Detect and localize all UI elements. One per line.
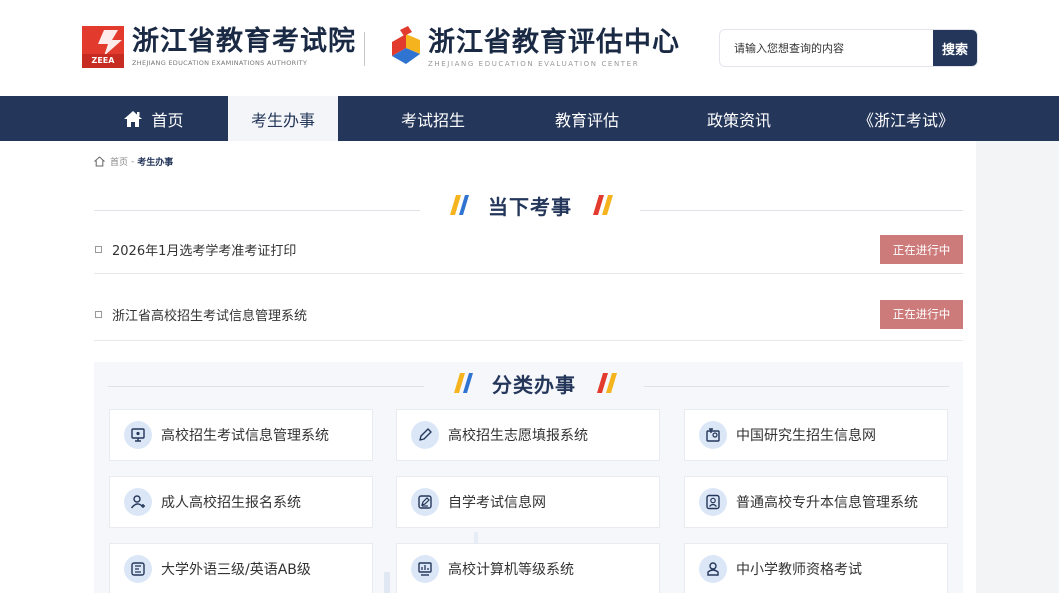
- zeec-title: 浙江省教育评估中心: [428, 26, 680, 58]
- zeea-logo[interactable]: ZEEA 浙江省教育考试院 ZHEJIANG EDUCATION EXAMINA…: [82, 26, 356, 68]
- id-card-icon: [699, 488, 727, 516]
- page-margin-right: [976, 141, 1059, 593]
- zeec-logo[interactable]: 浙江省教育评估中心 ZHEJIANG EDUCATION EVALUATION …: [388, 26, 680, 70]
- breadcrumb-separator: -: [131, 156, 135, 167]
- english-icon: [124, 555, 152, 583]
- category-card[interactable]: 普通高校专升本信息管理系统: [684, 476, 948, 528]
- computer-icon: [411, 555, 439, 583]
- slash-decoration-icon: [450, 195, 469, 215]
- nav-item-label: 教育评估: [554, 110, 619, 130]
- search-box: 搜索: [719, 29, 978, 67]
- breadcrumb-home-icon[interactable]: [94, 156, 105, 167]
- home-icon: [124, 110, 143, 127]
- edit-icon: [411, 488, 439, 516]
- nav-item-home[interactable]: 首页: [79, 96, 228, 141]
- breadcrumb: 首页 - 考生办事: [94, 155, 173, 168]
- current-exams-heading: 当下考事: [420, 188, 640, 222]
- search-input[interactable]: [720, 30, 934, 66]
- category-label: 中小学教师资格考试: [736, 562, 862, 578]
- bullet-icon: [95, 310, 102, 318]
- category-card[interactable]: 自学考试信息网: [396, 476, 660, 528]
- category-label: 高校招生考试信息管理系统: [161, 428, 329, 444]
- zeec-subtitle: ZHEJIANG EDUCATION EVALUATION CENTER: [428, 59, 640, 68]
- category-label: 普通高校专升本信息管理系统: [736, 495, 918, 511]
- nav-item-evaluation[interactable]: 教育评估: [522, 96, 652, 141]
- breadcrumb-home[interactable]: 首页: [110, 155, 128, 168]
- categories-heading: 分类办事: [424, 366, 644, 400]
- status-badge[interactable]: 正在进行中: [880, 299, 963, 329]
- slash-decoration-icon: [593, 195, 613, 215]
- nav-item-candidate-services[interactable]: 考生办事: [228, 96, 338, 141]
- nav-item-policy[interactable]: 政策资讯: [674, 96, 804, 141]
- category-label: 成人高校招生报名系统: [161, 495, 301, 511]
- slash-decoration-icon: [597, 373, 617, 393]
- status-badge[interactable]: 正在进行中: [880, 235, 963, 264]
- category-label: 高校计算机等级系统: [448, 562, 574, 578]
- nav-item-admissions[interactable]: 考试招生: [368, 96, 498, 141]
- category-label: 自学考试信息网: [448, 495, 546, 511]
- page-margin-left: [0, 141, 79, 593]
- category-label: 中国研究生招生信息网: [736, 428, 876, 444]
- main-nav: 首页 考生办事 考试招生 教育评估 政策资讯 《浙江考试》: [0, 96, 1059, 141]
- nav-item-label: 考生办事: [250, 110, 315, 130]
- zeea-logo-mark: ZEEA: [82, 26, 124, 68]
- monitor-icon: [124, 421, 152, 449]
- zeea-subtitle: ZHEJIANG EDUCATION EXAMINATIONS AUTHORIT…: [132, 58, 308, 67]
- exam-title[interactable]: 2026年1月选考学考准考证打印: [112, 240, 880, 259]
- category-card[interactable]: 高校招生志愿填报系统: [396, 409, 660, 461]
- nav-item-label: 考试招生: [400, 110, 465, 130]
- category-card[interactable]: 中国研究生招生信息网: [684, 409, 948, 461]
- category-card[interactable]: 大学外语三级/英语AB级: [109, 543, 373, 593]
- nav-item-zhejiang-exam[interactable]: 《浙江考试》: [836, 96, 976, 141]
- zeea-mark-text: ZEEA: [92, 56, 116, 65]
- category-card[interactable]: 高校计算机等级系统: [396, 543, 660, 593]
- search-button[interactable]: 搜索: [933, 30, 977, 66]
- category-card[interactable]: 高校招生考试信息管理系统: [109, 409, 373, 461]
- nav-item-label: 政策资讯: [706, 110, 771, 130]
- exam-row[interactable]: 2026年1月选考学考准考证打印 正在进行中: [94, 226, 963, 274]
- pencil-icon: [411, 421, 439, 449]
- teacher-icon: [699, 555, 727, 583]
- category-label: 大学外语三级/英语AB级: [161, 562, 311, 578]
- nav-item-label: 《浙江考试》: [857, 110, 954, 130]
- category-card[interactable]: 中小学教师资格考试: [684, 543, 948, 593]
- user-add-icon: [124, 488, 152, 516]
- category-panel: 分类办事 高校招生考试信息管理系统 高校招生志愿填报系统 中国研究生招生信息网 …: [94, 362, 963, 593]
- zeea-title: 浙江省教育考试院: [132, 25, 356, 57]
- site-header: ZEEA 浙江省教育考试院 ZHEJIANG EDUCATION EXAMINA…: [0, 0, 1059, 96]
- slash-decoration-icon: [454, 373, 473, 393]
- zeec-logo-mark: [392, 26, 420, 64]
- category-label: 高校招生志愿填报系统: [448, 428, 588, 444]
- categories-title: 分类办事: [492, 372, 576, 397]
- current-exams-title: 当下考事: [488, 194, 572, 219]
- exam-title[interactable]: 浙江省高校招生考试信息管理系统: [112, 305, 880, 324]
- graduate-icon: [699, 421, 727, 449]
- category-card[interactable]: 成人高校招生报名系统: [109, 476, 373, 528]
- bullet-icon: [95, 246, 102, 253]
- header-divider: [364, 32, 365, 66]
- exam-row[interactable]: 浙江省高校招生考试信息管理系统 正在进行中: [94, 288, 963, 341]
- breadcrumb-current: 考生办事: [137, 158, 174, 168]
- nav-item-label: 首页: [151, 110, 184, 130]
